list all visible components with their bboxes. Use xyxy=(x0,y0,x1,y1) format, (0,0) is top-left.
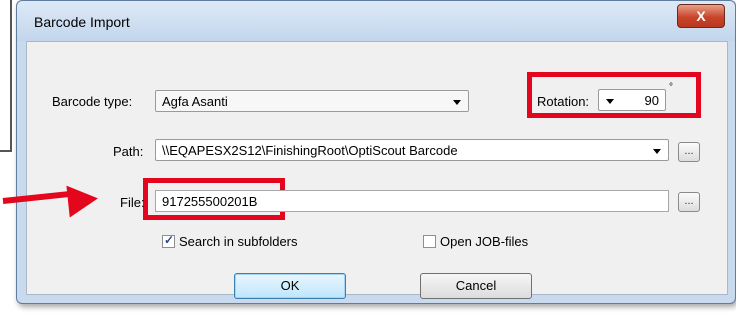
chevron-down-icon xyxy=(606,99,614,104)
close-button[interactable]: X xyxy=(677,4,725,28)
annotation-arrow-icon xyxy=(66,182,100,218)
barcode-type-select[interactable]: Agfa Asanti xyxy=(155,90,469,112)
path-select[interactable]: \\EQAPESX2S12\FinishingRoot\OptiScout Ba… xyxy=(155,139,669,161)
path-value: \\EQAPESX2S12\FinishingRoot\OptiScout Ba… xyxy=(162,143,458,158)
rotation-value: 90 xyxy=(644,93,659,108)
dialog-content: Barcode type: Agfa Asanti Rotation: 90 °… xyxy=(26,41,728,299)
rotation-select[interactable]: 90 xyxy=(598,89,666,111)
barcode-type-label: Barcode type: xyxy=(52,94,133,109)
path-browse-button[interactable]: ... xyxy=(678,142,700,162)
chevron-down-icon xyxy=(653,149,661,154)
rotation-label: Rotation: xyxy=(537,94,590,109)
file-input[interactable]: 917255500201B xyxy=(155,190,669,212)
file-label: File: xyxy=(120,195,145,210)
file-value: 917255500201B xyxy=(162,194,258,209)
open-job-files-checkbox[interactable] xyxy=(423,235,436,248)
file-browse-button[interactable]: ... xyxy=(678,192,700,212)
close-icon: X xyxy=(696,8,706,24)
search-subfolders-label: Search in subfolders xyxy=(179,234,298,249)
barcode-import-dialog: Barcode Import X Barcode type: Agfa Asan… xyxy=(16,0,736,304)
ok-button[interactable]: OK xyxy=(234,273,346,299)
open-job-files-label: Open JOB-files xyxy=(440,234,529,249)
search-subfolders-checkbox[interactable]: ✓ xyxy=(162,233,175,248)
path-label: Path: xyxy=(113,144,144,159)
check-icon: ✓ xyxy=(164,233,175,247)
rotation-unit: ° xyxy=(669,82,673,93)
background-window-edge xyxy=(0,0,12,152)
dialog-title: Barcode Import xyxy=(34,14,130,30)
chevron-down-icon xyxy=(453,100,461,105)
cancel-button[interactable]: Cancel xyxy=(420,273,532,299)
title-bar: Barcode Import X xyxy=(17,1,735,41)
barcode-type-value: Agfa Asanti xyxy=(162,94,228,109)
